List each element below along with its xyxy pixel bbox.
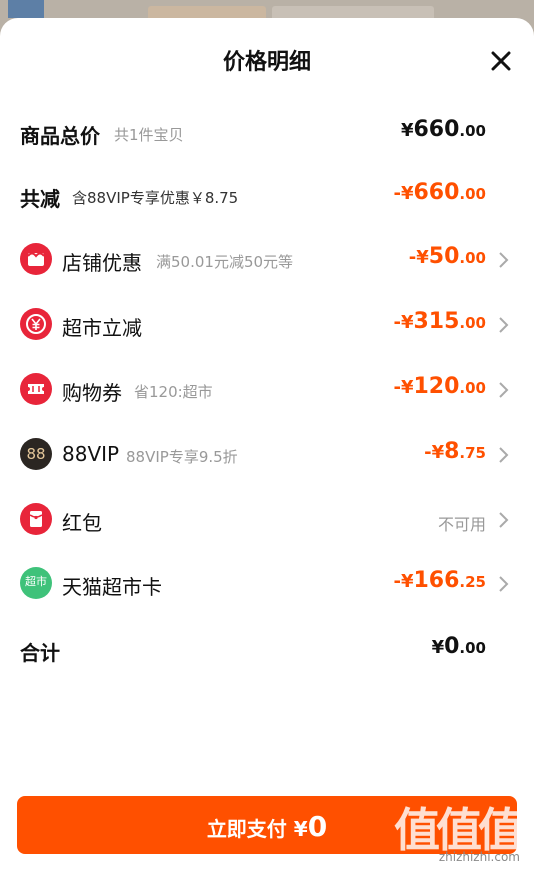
row-label: 店铺优惠 <box>62 251 142 275</box>
row-amount: -¥166.25 <box>393 568 486 593</box>
row-subtitle: 88VIP专享9.5折 <box>126 448 238 466</box>
row-label: 共减 <box>20 187 60 211</box>
row-subtitle: 满50.01元减50元等 <box>156 253 294 271</box>
row-label: 天猫超市卡 <box>62 575 162 599</box>
row-amount: -¥315.00 <box>393 309 486 334</box>
row-label: 超市立减 <box>62 316 142 340</box>
row-subtitle: 共1件宝贝 <box>114 126 184 144</box>
row-amount: -¥660.00 <box>393 180 486 205</box>
watermark: 值值值 zhizhizhi.com <box>384 794 524 864</box>
chevron-right-icon <box>499 512 509 528</box>
vip-88-icon: 88 <box>20 438 52 470</box>
supermarket-discount-row[interactable]: 超市立减 -¥315.00 <box>0 305 534 345</box>
shopping-coupon-row[interactable]: 购物券 省120:超市 -¥120.00 <box>0 370 534 410</box>
watermark-url: zhizhizhi.com <box>438 850 520 864</box>
chevron-right-icon <box>499 447 509 463</box>
row-amount: ¥0.00 <box>431 634 486 659</box>
tmall-supermarket-card-icon: 超市 <box>20 567 52 599</box>
row-amount: ¥660.00 <box>400 117 486 142</box>
sum-row: 合计 ¥0.00 <box>0 630 534 670</box>
row-label: 88VIP <box>62 442 120 466</box>
sheet-title: 价格明细 <box>222 50 311 75</box>
yuan-coin-icon <box>20 308 52 340</box>
total-goods-row: 商品总价 共1件宝贝 ¥660.00 <box>0 113 534 153</box>
ticket-icon <box>20 373 52 405</box>
row-amount: -¥8.75 <box>424 439 486 464</box>
background-thumbnail <box>8 0 44 18</box>
row-label: 购物券 <box>62 381 122 405</box>
row-subtitle: 含88VIP专享优惠￥8.75 <box>72 189 239 207</box>
row-label: 红包 <box>62 511 102 535</box>
shop-discount-row[interactable]: 店铺优惠 满50.01元减50元等 -¥50.00 <box>0 240 534 280</box>
shop-discount-icon <box>20 243 52 275</box>
unavailable-text: 不可用 <box>437 515 486 534</box>
chevron-right-icon <box>499 382 509 398</box>
total-discount-row: 共减 含88VIP专享优惠￥8.75 -¥660.00 <box>0 176 534 216</box>
chevron-right-icon <box>499 317 509 333</box>
red-packet-row[interactable]: 红包 不可用 <box>0 500 534 540</box>
close-icon[interactable] <box>488 48 514 74</box>
tmall-card-row[interactable]: 超市 天猫超市卡 -¥166.25 <box>0 564 534 604</box>
row-amount: -¥50.00 <box>408 244 486 269</box>
row-label: 商品总价 <box>20 124 100 148</box>
chevron-right-icon <box>499 576 509 592</box>
price-detail-sheet: 价格明细 商品总价 共1件宝贝 ¥660.00 共减 含88VIP专享优惠￥8.… <box>0 18 534 876</box>
row-subtitle: 省120:超市 <box>134 383 213 401</box>
row-label: 合计 <box>20 641 60 665</box>
red-packet-icon <box>20 503 52 535</box>
chevron-right-icon <box>499 252 509 268</box>
row-amount: -¥120.00 <box>393 374 486 399</box>
vip-discount-row[interactable]: 88 88VIP 88VIP专享9.5折 -¥8.75 <box>0 435 534 475</box>
